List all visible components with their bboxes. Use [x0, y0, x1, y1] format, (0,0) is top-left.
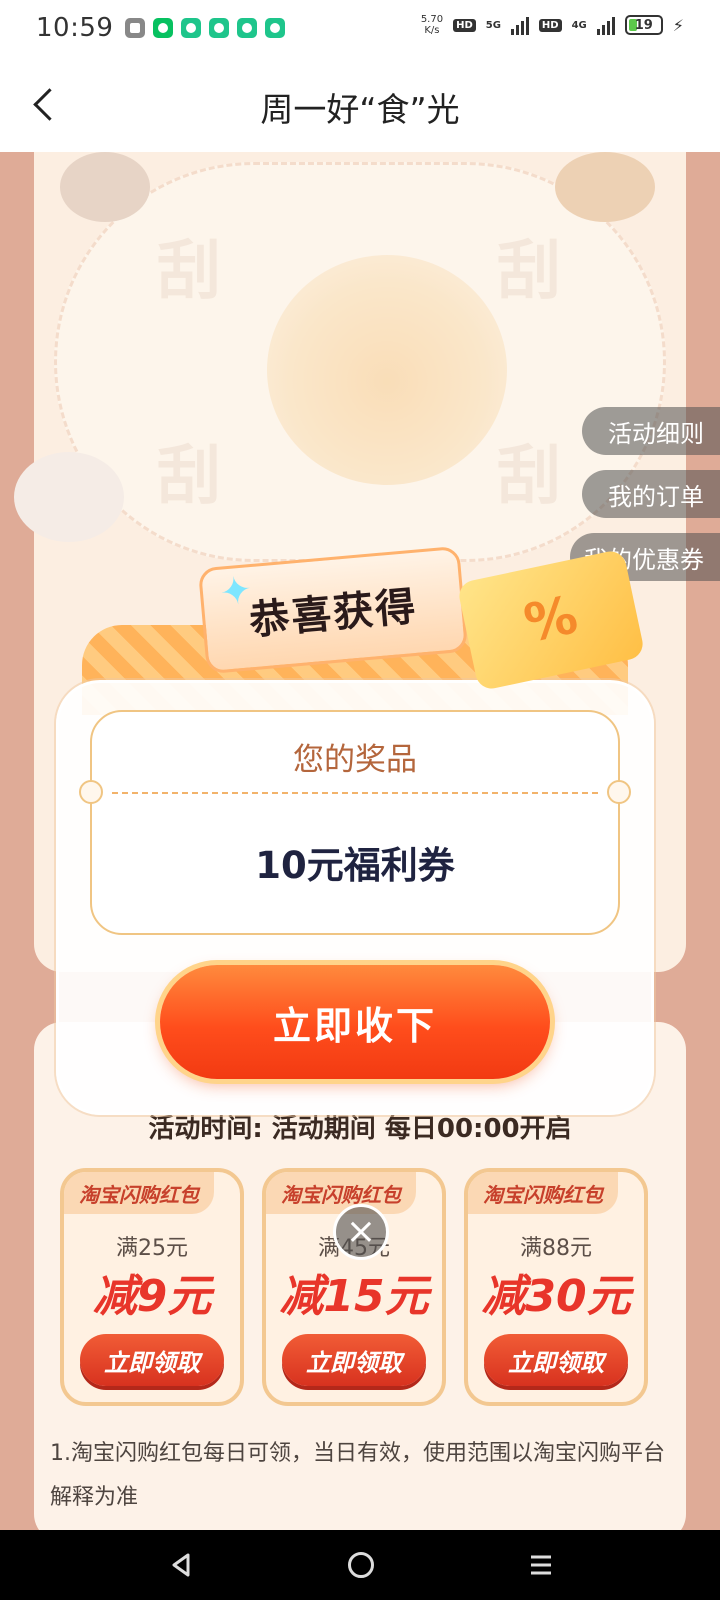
nav-back-icon[interactable] [168, 1552, 194, 1578]
nav-home-icon[interactable] [348, 1552, 374, 1578]
battery-icon: 19 [624, 15, 663, 35]
claim-button[interactable]: 立即领取 [484, 1334, 628, 1386]
close-icon: × [345, 1211, 377, 1252]
orders-tab[interactable]: 我的订单 [582, 470, 720, 518]
status-time: 10:59 [36, 12, 114, 43]
rules-text: 1.淘宝闪购红包每日可领，当日有效，使用范围以淘宝闪购平台解释为准 [50, 1441, 665, 1510]
network-speed: 5.70 K/s [420, 14, 444, 36]
dashed-divider [112, 792, 598, 794]
prize-value: 10元福利券 [255, 844, 455, 887]
notification-icons [125, 17, 286, 38]
message-notification-icon [181, 17, 202, 38]
prize-label: 您的奖品 [293, 742, 417, 778]
claim-button[interactable]: 立即领取 [282, 1334, 426, 1386]
charging-icon: ⚡ [672, 15, 684, 35]
hd-icon: HD [453, 18, 476, 32]
close-modal-button[interactable]: × [333, 1204, 389, 1260]
claim-button[interactable]: 立即领取 [80, 1334, 224, 1386]
system-indicators: 5.70 K/s HD 5G HD 4G 19 ⚡ [421, 14, 684, 36]
red-packet-discount: 减15元 [279, 1271, 429, 1322]
wechat-notification-icon [153, 17, 174, 38]
ticket-notch [607, 780, 631, 804]
red-packet-condition: 满88元 [520, 1236, 592, 1261]
red-packet-header: 淘宝闪购红包 [468, 1172, 618, 1214]
prize-card: 您的奖品 10元福利券 [79, 710, 631, 935]
hd-icon: HD [538, 18, 562, 32]
message-notification-icon [237, 17, 258, 38]
system-nav-bar [0, 1530, 720, 1600]
red-packet-header: 淘宝闪购红包 [64, 1172, 214, 1214]
red-packet-card: 淘宝闪购红包 满25元 减9元 立即领取 [60, 1168, 244, 1406]
settings-notification-icon [125, 17, 146, 38]
signal-type-label: 4G [571, 19, 587, 31]
prize-modal: 恭喜获得 ✦ % 您的奖品 10元福利券 立即收下 [56, 545, 654, 1115]
status-bar: 10:59 5.70 K/s HD 5G HD 4G 19 ⚡ [0, 0, 720, 55]
title-bar: 周一好“食”光 [0, 55, 720, 152]
signal-icon [596, 15, 615, 35]
page-title: 周一好“食”光 [260, 90, 460, 129]
red-packet-header: 淘宝闪购红包 [266, 1172, 416, 1214]
congrats-text: 恭喜获得 [247, 583, 420, 645]
message-notification-icon [209, 17, 230, 38]
message-notification-icon [265, 17, 286, 38]
signal-icon [510, 15, 529, 35]
ticket-notch [79, 780, 103, 804]
signal-type-label: 5G [485, 19, 501, 31]
accept-prize-button[interactable]: 立即收下 [160, 965, 550, 1079]
red-packet-card: 淘宝闪购红包 满88元 减30元 立即领取 [464, 1168, 648, 1406]
red-packet-condition: 满25元 [116, 1236, 188, 1261]
red-packet-discount: 减30元 [481, 1271, 631, 1322]
nav-menu-icon[interactable] [528, 1552, 554, 1578]
rules-tab[interactable]: 活动细则 [582, 407, 720, 455]
red-packet-discount: 减9元 [92, 1271, 212, 1322]
